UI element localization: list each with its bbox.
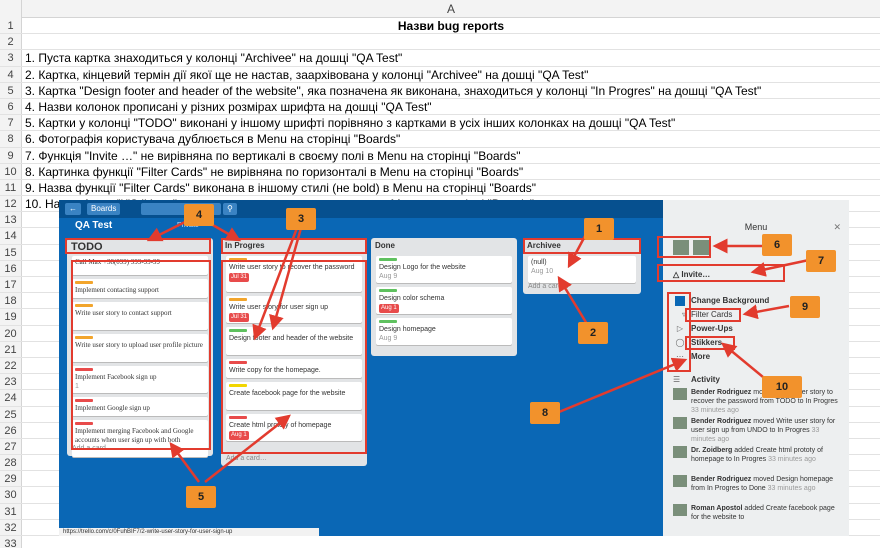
annotation-arrows	[146, 214, 810, 483]
sheet-row[interactable]: 2	[0, 34, 880, 51]
row-number[interactable]: 3	[0, 50, 22, 66]
bug-report-cell[interactable]: 4. Назви колонок прописані у різних розм…	[25, 99, 432, 115]
sheet-row[interactable]: 5 3. Картка "Design footer and header of …	[0, 82, 880, 99]
spreadsheet: A 1 Назви bug reports 2 3 1. Пуста картка зн…	[0, 0, 880, 548]
trello-screenshot: ← Boards ⚲ + i ● QA Test Private TODOCal…	[59, 200, 849, 536]
row-number[interactable]: 12	[0, 196, 22, 212]
sheet-row[interactable]: 11 9. Назва функції "Filter Cards" викона…	[0, 179, 880, 197]
row-number[interactable]: 7	[0, 115, 22, 131]
sheet-row[interactable]: 4 2. Картка, кінцевий термін дії якої ще …	[0, 66, 880, 83]
bug-report-cell[interactable]: 9. Назва функції "Filter Cards" виконана…	[25, 180, 536, 196]
sheet-row[interactable]: 8 6. Фотографія користувача дублюється в …	[0, 131, 880, 148]
row-number[interactable]: 20	[0, 325, 22, 341]
row-number[interactable]: 21	[0, 341, 22, 357]
sheet-row[interactable]: 6 4. Назви колонок прописані у різних роз…	[0, 98, 880, 116]
sheet-row[interactable]: 9 7. Функція "Invite …" не вирівняна по в…	[0, 147, 880, 164]
bug-report-cell[interactable]: 2. Картка, кінцевий термін дії якої ще н…	[25, 67, 588, 83]
sheet-row[interactable]: 1 Назви bug reports	[0, 18, 880, 35]
annotation-badge: 10	[762, 376, 802, 398]
annotation-badge: 5	[186, 486, 216, 508]
annotation-badge: 2	[578, 322, 608, 344]
row-number[interactable]: 28	[0, 455, 22, 471]
annotation-badge: 3	[286, 208, 316, 230]
row-number[interactable]: 25	[0, 406, 22, 422]
row-number[interactable]: 9	[0, 147, 22, 163]
row-number[interactable]: 16	[0, 260, 22, 276]
bug-report-cell[interactable]: 3. Картка "Design footer and header of t…	[25, 83, 761, 99]
row-number[interactable]: 17	[0, 277, 22, 293]
row-number[interactable]: 24	[0, 390, 22, 406]
row-number[interactable]: 27	[0, 438, 22, 455]
annotation-badge: 6	[762, 234, 792, 256]
row-number[interactable]: 19	[0, 309, 22, 325]
row-number[interactable]: 11	[0, 179, 22, 196]
sheet-row[interactable]: 7 5. Картки у колонці "TODO" виконані у і…	[0, 115, 880, 132]
sheet-row[interactable]: 10 8. Картинка функції "Filter Cards" не …	[0, 163, 880, 180]
row-number[interactable]: 1	[0, 18, 22, 34]
row-number[interactable]: 30	[0, 487, 22, 503]
row-number[interactable]: 18	[0, 293, 22, 309]
row-number[interactable]: 32	[0, 519, 22, 535]
sheet-row[interactable]: 3 1. Пуста картка знаходиться у колонці "…	[0, 50, 880, 67]
row-number[interactable]: 8	[0, 131, 22, 147]
select-all-corner[interactable]	[0, 0, 22, 18]
row-number[interactable]: 23	[0, 374, 22, 390]
bug-report-cell[interactable]: 5. Картки у колонці "TODO" виконані у ін…	[25, 115, 675, 131]
row-number[interactable]: 29	[0, 471, 22, 487]
annotation-badge: 1	[584, 218, 614, 240]
row-number[interactable]: 22	[0, 357, 22, 374]
row-number[interactable]: 13	[0, 212, 22, 228]
row-number[interactable]: 31	[0, 503, 22, 519]
sheet-title[interactable]: Назви bug reports	[22, 18, 880, 34]
annotation-badge: 7	[806, 250, 836, 272]
row-number[interactable]: 2	[0, 34, 22, 50]
row-number[interactable]: 33	[0, 536, 22, 548]
row-number[interactable]: 4	[0, 66, 22, 82]
row-number[interactable]: 10	[0, 163, 22, 179]
sheet-row[interactable]: 33	[0, 536, 880, 548]
row-number[interactable]: 6	[0, 98, 22, 115]
row-number[interactable]: 14	[0, 228, 22, 244]
bug-report-cell[interactable]: 7. Функція "Invite …" не вирівняна по ве…	[25, 148, 520, 164]
annotation-badge: 8	[530, 402, 560, 424]
annotation-badge: 4	[184, 204, 214, 226]
row-number[interactable]: 15	[0, 244, 22, 260]
bug-report-cell[interactable]: 8. Картинка функції "Filter Cards" не ви…	[25, 164, 523, 180]
column-a-header[interactable]: A	[22, 0, 880, 18]
row-number[interactable]: 5	[0, 82, 22, 98]
row-number[interactable]: 26	[0, 422, 22, 438]
bug-report-cell[interactable]: 1. Пуста картка знаходиться у колонці "A…	[25, 50, 402, 66]
column-header-bar: A	[0, 0, 880, 18]
annotation-badge: 9	[790, 296, 820, 318]
bug-report-cell[interactable]: 6. Фотографія користувача дублюється в M…	[25, 131, 400, 147]
